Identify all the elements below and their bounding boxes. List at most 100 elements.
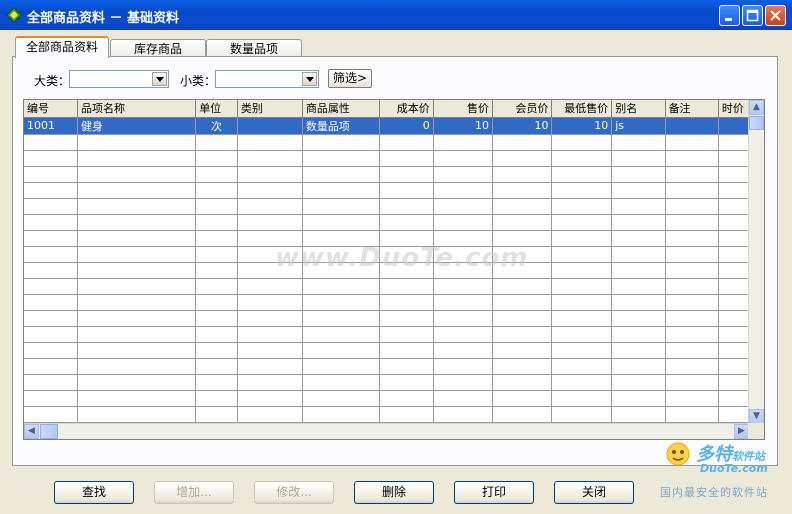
table-cell[interactable]: [77, 182, 197, 199]
table-cell[interactable]: [551, 326, 613, 343]
table-cell[interactable]: [665, 294, 719, 311]
table-cell[interactable]: [302, 358, 381, 375]
table-cell[interactable]: 10: [551, 117, 613, 135]
chevron-down-icon[interactable]: [302, 72, 317, 86]
table-cell[interactable]: [551, 294, 613, 311]
table-cell[interactable]: [665, 198, 719, 215]
table-cell[interactable]: [718, 214, 749, 231]
table-cell[interactable]: [611, 390, 666, 407]
table-cell[interactable]: [433, 374, 493, 391]
table-cell[interactable]: [302, 134, 381, 151]
table-cell[interactable]: [77, 246, 197, 263]
scroll-left-button[interactable]: ◀: [24, 424, 39, 439]
delete-button[interactable]: 删除: [354, 481, 434, 504]
table-cell[interactable]: [718, 310, 749, 327]
table-cell[interactable]: [718, 150, 749, 167]
table-cell[interactable]: [611, 166, 666, 183]
table-cell[interactable]: [379, 150, 434, 167]
table-cell[interactable]: [433, 406, 493, 423]
table-cell[interactable]: [302, 326, 381, 343]
table-cell[interactable]: [195, 326, 238, 343]
table-cell[interactable]: [551, 198, 613, 215]
minimize-button[interactable]: [719, 5, 740, 26]
table-cell[interactable]: [77, 294, 197, 311]
table-cell[interactable]: [551, 406, 613, 423]
table-cell[interactable]: [665, 230, 719, 247]
table-cell[interactable]: [24, 390, 78, 407]
table-cell[interactable]: [237, 390, 303, 407]
table-cell[interactable]: [551, 358, 613, 375]
table-cell[interactable]: [551, 262, 613, 279]
table-cell[interactable]: [237, 214, 303, 231]
table-cell[interactable]: [24, 182, 78, 199]
table-cell[interactable]: [195, 166, 238, 183]
table-cell[interactable]: [24, 134, 78, 151]
table-cell[interactable]: [77, 230, 197, 247]
table-cell[interactable]: [237, 117, 303, 135]
table-cell[interactable]: [77, 262, 197, 279]
table-cell[interactable]: 10: [492, 117, 553, 135]
table-row[interactable]: [24, 374, 749, 391]
table-cell[interactable]: [551, 390, 613, 407]
table-cell[interactable]: [492, 150, 553, 167]
table-row[interactable]: [24, 326, 749, 343]
table-cell[interactable]: [379, 390, 434, 407]
table-cell[interactable]: [551, 150, 613, 167]
table-cell[interactable]: [611, 310, 666, 327]
table-cell[interactable]: [302, 390, 381, 407]
table-cell[interactable]: [379, 198, 434, 215]
table-cell[interactable]: [237, 326, 303, 343]
table-cell[interactable]: js: [611, 117, 666, 135]
table-row[interactable]: 1001 健身 次 数量品项 0 10 10 10 js: [24, 117, 749, 135]
table-cell[interactable]: [77, 406, 197, 423]
scroll-down-button[interactable]: ▼: [749, 409, 764, 424]
table-cell[interactable]: [492, 294, 553, 311]
table-cell[interactable]: [492, 182, 553, 199]
column-header[interactable]: 时价: [718, 100, 749, 118]
table-cell[interactable]: [611, 358, 666, 375]
table-cell[interactable]: [237, 166, 303, 183]
table-row[interactable]: [24, 278, 749, 295]
table-cell[interactable]: [379, 134, 434, 151]
table-cell[interactable]: [77, 326, 197, 343]
table-row[interactable]: [24, 198, 749, 215]
filter-button[interactable]: 筛选>: [328, 69, 372, 88]
table-cell[interactable]: [433, 198, 493, 215]
table-cell[interactable]: [77, 342, 197, 359]
vertical-scroll-thumb[interactable]: [749, 116, 764, 130]
table-cell[interactable]: 10: [433, 117, 493, 135]
horizontal-scrollbar[interactable]: ◀ ▶: [24, 423, 749, 439]
table-cell[interactable]: [665, 134, 719, 151]
table-cell[interactable]: [433, 342, 493, 359]
find-button[interactable]: 查找: [54, 481, 134, 504]
table-cell[interactable]: [379, 294, 434, 311]
column-header[interactable]: 类别: [237, 100, 303, 118]
table-cell[interactable]: [379, 342, 434, 359]
table-cell[interactable]: [77, 198, 197, 215]
table-cell[interactable]: [195, 278, 238, 295]
table-cell[interactable]: [718, 230, 749, 247]
horizontal-scroll-thumb[interactable]: [40, 424, 58, 439]
scroll-right-button[interactable]: ▶: [734, 424, 749, 439]
table-cell[interactable]: [433, 310, 493, 327]
table-cell[interactable]: [24, 278, 78, 295]
table-cell[interactable]: [237, 358, 303, 375]
table-cell[interactable]: [195, 358, 238, 375]
table-cell[interactable]: [302, 150, 381, 167]
chevron-down-icon[interactable]: [152, 72, 167, 86]
table-cell[interactable]: [492, 134, 553, 151]
table-cell[interactable]: [492, 166, 553, 183]
table-cell[interactable]: [433, 390, 493, 407]
table-cell[interactable]: [379, 214, 434, 231]
table-cell[interactable]: [433, 134, 493, 151]
table-cell[interactable]: [77, 134, 197, 151]
column-header[interactable]: 会员价: [492, 100, 553, 118]
table-cell[interactable]: [433, 214, 493, 231]
table-cell[interactable]: [237, 294, 303, 311]
add-button[interactable]: 增加...: [154, 481, 234, 504]
table-cell[interactable]: [611, 230, 666, 247]
table-cell[interactable]: [302, 374, 381, 391]
table-row[interactable]: [24, 406, 749, 423]
vertical-scrollbar[interactable]: ▲ ▼: [748, 100, 764, 424]
table-cell[interactable]: [77, 390, 197, 407]
